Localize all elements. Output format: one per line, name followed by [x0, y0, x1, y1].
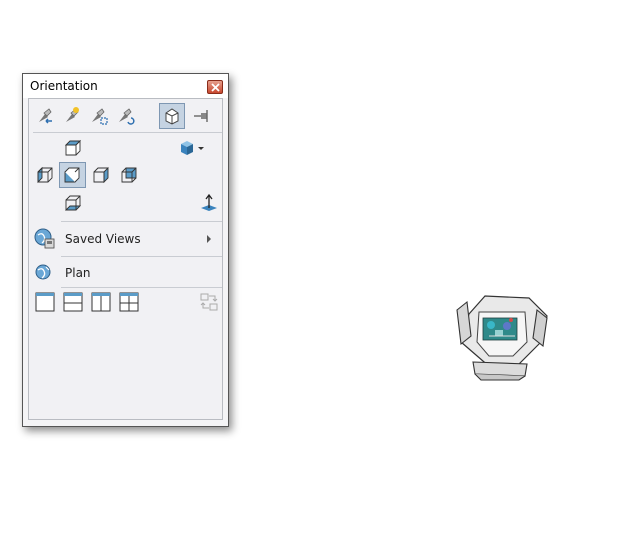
- saved-views-divider: [61, 256, 222, 257]
- link-views-icon: [200, 293, 218, 311]
- rotate-reset-icon: [119, 108, 135, 125]
- saved-views-label: Saved Views: [65, 232, 141, 246]
- view-selector-icon: [165, 108, 179, 125]
- top-view-icon: [64, 139, 82, 156]
- two-horizontal-viewports-button[interactable]: [61, 290, 85, 314]
- zoom-fit-button[interactable]: [87, 104, 111, 128]
- two-horizontal-viewports-icon: [63, 292, 83, 312]
- right-view-button[interactable]: [89, 163, 113, 187]
- back-view-icon: [121, 167, 137, 183]
- pin-icon: [194, 110, 208, 122]
- link-views-button[interactable]: [197, 290, 221, 314]
- front-view-icon: [64, 167, 80, 183]
- zoom-fit-icon: [92, 108, 108, 125]
- left-view-button[interactable]: [33, 163, 57, 187]
- normal-to-button[interactable]: [197, 191, 221, 215]
- saved-views-row[interactable]: Saved Views: [29, 224, 222, 254]
- shaded-cube-icon: [181, 141, 204, 155]
- pin-button[interactable]: [189, 104, 213, 128]
- four-viewports-button[interactable]: [117, 290, 141, 314]
- plan-divider: [61, 287, 222, 288]
- dialog-title: Orientation: [30, 79, 98, 93]
- plan-label: Plan: [65, 266, 91, 280]
- toolbar-divider: [33, 132, 222, 133]
- dialog-titlebar[interactable]: Orientation: [23, 74, 228, 98]
- previous-view-icon: [39, 108, 52, 124]
- normal-to-icon: [201, 193, 217, 211]
- back-view-button[interactable]: [117, 163, 141, 187]
- close-icon: [211, 83, 220, 92]
- two-vertical-viewports-icon: [91, 292, 111, 312]
- bottom-view-icon: [64, 195, 82, 211]
- top-view-button[interactable]: [61, 136, 85, 160]
- previous-view-button[interactable]: [33, 104, 57, 128]
- single-viewport-icon: [35, 292, 55, 312]
- front-view-button[interactable]: [59, 162, 86, 188]
- orientation-dialog: Orientation Saved Views Plan: [22, 73, 229, 427]
- right-view-icon: [93, 166, 109, 184]
- model-3d-viewport[interactable]: [455, 292, 551, 382]
- rotate-reset-button[interactable]: [114, 104, 138, 128]
- close-button[interactable]: [207, 80, 223, 94]
- four-viewports-icon: [119, 292, 139, 312]
- orientation-panel: Saved Views Plan: [28, 98, 223, 420]
- view-selector-toggle[interactable]: [159, 103, 185, 129]
- plan-row[interactable]: Plan: [29, 261, 222, 285]
- plan-icon: [35, 264, 51, 280]
- two-vertical-viewports-button[interactable]: [89, 290, 113, 314]
- views-divider: [61, 221, 222, 222]
- chevron-right-icon: [207, 235, 211, 243]
- single-viewport-button[interactable]: [33, 290, 57, 314]
- left-view-icon: [37, 166, 53, 184]
- next-view-button[interactable]: [60, 104, 84, 128]
- bottom-view-button[interactable]: [61, 191, 85, 215]
- shaded-view-dropdown[interactable]: [177, 136, 207, 160]
- saved-views-icon: [34, 228, 55, 249]
- next-view-icon: [66, 107, 79, 122]
